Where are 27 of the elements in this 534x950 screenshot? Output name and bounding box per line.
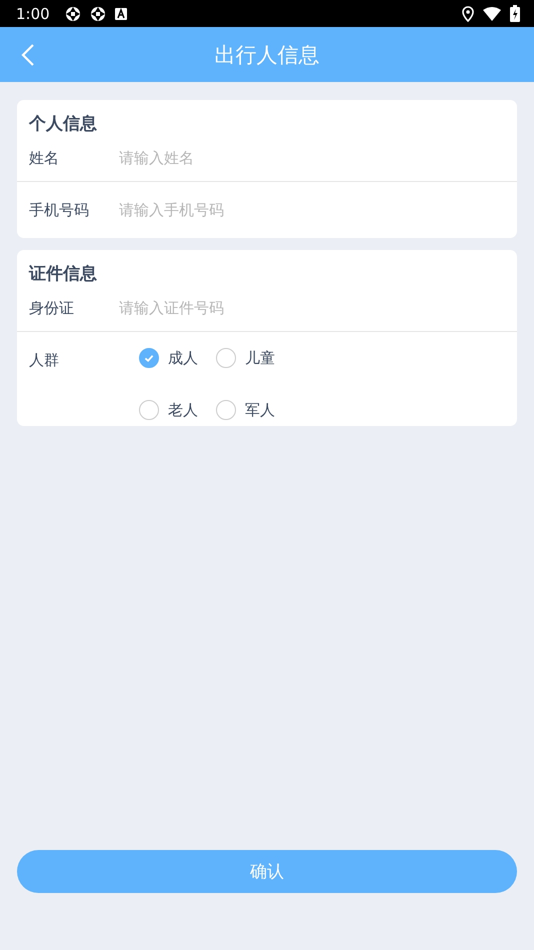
field-label: 姓名 <box>29 148 60 168</box>
radio-label: 成人 <box>168 348 198 368</box>
radio-button[interactable] <box>139 400 159 420</box>
page-title: 出行人信息 <box>214 42 320 68</box>
font-notification-icon <box>114 8 127 20</box>
battery-icon <box>510 5 520 22</box>
input-field[interactable]: 请输入手机号码 <box>119 201 505 219</box>
location-icon <box>462 6 474 22</box>
back-icon[interactable] <box>21 43 35 67</box>
section-title: 证件信息 <box>28 263 98 285</box>
wifi-icon <box>483 6 501 20</box>
radio-label: 老人 <box>168 400 198 420</box>
field-label: 人群 <box>29 350 60 371</box>
app-notification-icon <box>90 6 106 22</box>
radio-label: 儿童 <box>245 348 275 368</box>
confirm-button[interactable]: 确认 <box>17 850 517 893</box>
section-title: 个人信息 <box>28 113 98 135</box>
input-field[interactable]: 请输入证件号码 <box>119 299 505 317</box>
field-label: 身份证 <box>29 298 75 318</box>
radio-button[interactable] <box>139 348 159 368</box>
field-label: 手机号码 <box>29 200 90 220</box>
input-field[interactable]: 请输入姓名 <box>119 149 505 167</box>
app-notification-icon <box>64 6 81 22</box>
radio-button[interactable] <box>216 400 236 420</box>
radio-label: 军人 <box>245 400 275 420</box>
status-time: 1:00 <box>16 4 50 22</box>
radio-button[interactable] <box>216 348 236 368</box>
